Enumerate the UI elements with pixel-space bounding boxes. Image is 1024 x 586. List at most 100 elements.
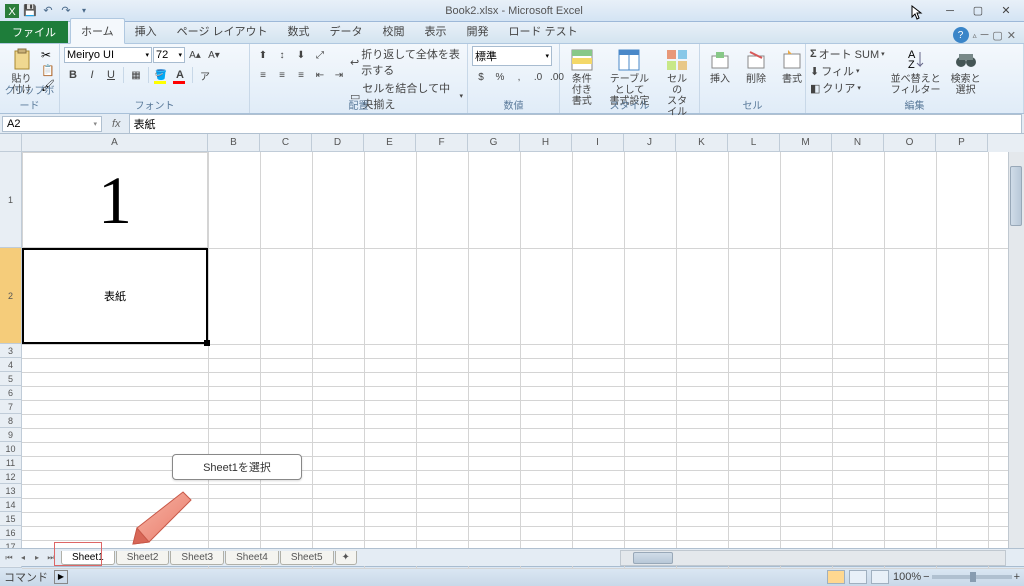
fill-handle[interactable] xyxy=(204,340,210,346)
tab-file[interactable]: ファイル xyxy=(0,21,68,43)
row-header-16[interactable]: 16 xyxy=(0,526,22,540)
align-center-icon[interactable]: ≡ xyxy=(273,66,291,84)
sheet-tab-sheet2[interactable]: Sheet2 xyxy=(116,551,170,565)
col-header-K[interactable]: K xyxy=(676,134,728,152)
align-bottom-icon[interactable]: ⬇ xyxy=(292,46,310,64)
col-header-J[interactable]: J xyxy=(624,134,676,152)
vertical-scrollbar[interactable] xyxy=(1008,152,1024,550)
sheet-tab-sheet5[interactable]: Sheet5 xyxy=(280,551,334,565)
row-header-3[interactable]: 3 xyxy=(0,344,22,358)
redo-icon[interactable]: ↷ xyxy=(58,3,74,19)
font-size-combo[interactable]: 72▾ xyxy=(153,47,185,63)
row-header-6[interactable]: 6 xyxy=(0,386,22,400)
new-sheet-button[interactable]: ✦ xyxy=(335,551,357,565)
fill-button[interactable]: ⬇フィル▾ xyxy=(810,63,885,79)
fx-icon[interactable]: fx xyxy=(108,118,125,130)
zoom-in-button[interactable]: + xyxy=(1014,571,1020,583)
decrease-font-icon[interactable]: A▾ xyxy=(205,46,223,64)
zoom-slider[interactable] xyxy=(932,575,1012,579)
tab-loadtest[interactable]: ロード テスト xyxy=(499,19,588,43)
maximize-button[interactable]: ▢ xyxy=(968,3,988,19)
zoom-out-button[interactable]: − xyxy=(923,571,929,583)
sheet-nav-next[interactable]: ▸ xyxy=(30,551,44,565)
autosum-button[interactable]: Σオート SUM▾ xyxy=(810,46,885,62)
ribbon-minimize-icon[interactable]: ▵ xyxy=(973,31,977,40)
align-top-icon[interactable]: ⬆ xyxy=(254,46,272,64)
col-header-N[interactable]: N xyxy=(832,134,884,152)
border-button[interactable]: ▦ xyxy=(127,66,145,84)
row-header-7[interactable]: 7 xyxy=(0,400,22,414)
close-button[interactable]: ✕ xyxy=(996,3,1016,19)
col-header-L[interactable]: L xyxy=(728,134,780,152)
font-name-combo[interactable]: Meiryo UI▾ xyxy=(64,47,152,63)
doc-restore[interactable]: ▢ xyxy=(992,29,1002,42)
align-right-icon[interactable]: ≡ xyxy=(292,66,310,84)
increase-font-icon[interactable]: A▴ xyxy=(186,46,204,64)
zoom-level[interactable]: 100% xyxy=(893,571,921,583)
normal-view-button[interactable] xyxy=(827,570,845,584)
row-header-8[interactable]: 8 xyxy=(0,414,22,428)
currency-icon[interactable]: $ xyxy=(472,68,490,86)
minimize-button[interactable]: ─ xyxy=(940,3,960,19)
tab-formulas[interactable]: 数式 xyxy=(278,19,320,43)
row-header-11[interactable]: 11 xyxy=(0,456,22,470)
sheet-nav-prev[interactable]: ◂ xyxy=(16,551,30,565)
cell-grid[interactable]: 1 表紙 Sheet1を選択 xyxy=(22,152,1024,568)
horizontal-scrollbar[interactable] xyxy=(620,550,1006,566)
align-middle-icon[interactable]: ↕ xyxy=(273,46,291,64)
col-header-G[interactable]: G xyxy=(468,134,520,152)
col-header-E[interactable]: E xyxy=(364,134,416,152)
increase-decimal-icon[interactable]: .0 xyxy=(529,68,547,86)
doc-minimize[interactable]: ─ xyxy=(981,29,989,41)
italic-button[interactable]: I xyxy=(83,66,101,84)
qat-dropdown-icon[interactable]: ▾ xyxy=(76,3,92,19)
row-headers[interactable]: 123456789101112131415161718 xyxy=(0,152,22,568)
col-header-I[interactable]: I xyxy=(572,134,624,152)
undo-icon[interactable]: ↶ xyxy=(40,3,56,19)
clear-button[interactable]: ◧クリア▾ xyxy=(810,80,885,96)
tab-data[interactable]: データ xyxy=(320,19,373,43)
tab-review[interactable]: 校閲 xyxy=(373,19,415,43)
column-headers[interactable]: ABCDEFGHIJKLMNOP xyxy=(22,134,1024,152)
row-header-2[interactable]: 2 xyxy=(0,248,22,344)
sheet-tab-sheet3[interactable]: Sheet3 xyxy=(170,551,224,565)
format-cells-button[interactable]: 書式 xyxy=(776,46,808,87)
help-icon[interactable]: ? xyxy=(953,27,969,43)
sort-filter-button[interactable]: AZ 並べ替えと フィルター xyxy=(887,46,945,98)
name-box[interactable]: A2▾ xyxy=(2,116,102,132)
increase-indent-icon[interactable]: ⇥ xyxy=(330,66,348,84)
col-header-O[interactable]: O xyxy=(884,134,936,152)
col-header-M[interactable]: M xyxy=(780,134,832,152)
cell-a2-selected[interactable]: 表紙 xyxy=(22,248,208,344)
macro-record-icon[interactable]: ▶ xyxy=(54,570,68,584)
underline-button[interactable]: U xyxy=(102,66,120,84)
row-header-13[interactable]: 13 xyxy=(0,484,22,498)
number-format-combo[interactable]: 標準▾ xyxy=(472,46,552,66)
tab-home[interactable]: ホーム xyxy=(70,18,125,44)
col-header-C[interactable]: C xyxy=(260,134,312,152)
tab-insert[interactable]: 挿入 xyxy=(125,19,167,43)
col-header-D[interactable]: D xyxy=(312,134,364,152)
sheet-tab-sheet4[interactable]: Sheet4 xyxy=(225,551,279,565)
insert-cells-button[interactable]: 挿入 xyxy=(704,46,736,87)
row-header-4[interactable]: 4 xyxy=(0,358,22,372)
cut-icon[interactable]: ✂ xyxy=(41,48,55,62)
save-icon[interactable]: 💾 xyxy=(22,3,38,19)
select-all-corner[interactable] xyxy=(0,134,22,152)
font-color-button[interactable]: A xyxy=(171,66,189,84)
fill-color-button[interactable]: 🪣 xyxy=(152,66,170,84)
col-header-B[interactable]: B xyxy=(208,134,260,152)
tab-pagelayout[interactable]: ページ レイアウト xyxy=(167,19,278,43)
phonetic-button[interactable]: ア xyxy=(196,66,214,84)
row-header-10[interactable]: 10 xyxy=(0,442,22,456)
bold-button[interactable]: B xyxy=(64,66,82,84)
col-header-P[interactable]: P xyxy=(936,134,988,152)
comma-icon[interactable]: , xyxy=(510,68,528,86)
page-layout-view-button[interactable] xyxy=(849,570,867,584)
sheet-nav-first[interactable]: ⏮ xyxy=(2,551,16,565)
find-select-button[interactable]: 検索と 選択 xyxy=(947,46,985,98)
tab-view[interactable]: 表示 xyxy=(415,19,457,43)
wrap-text-button[interactable]: ↩折り返して全体を表示する xyxy=(350,46,463,78)
decrease-indent-icon[interactable]: ⇤ xyxy=(311,66,329,84)
tab-developer[interactable]: 開発 xyxy=(457,19,499,43)
